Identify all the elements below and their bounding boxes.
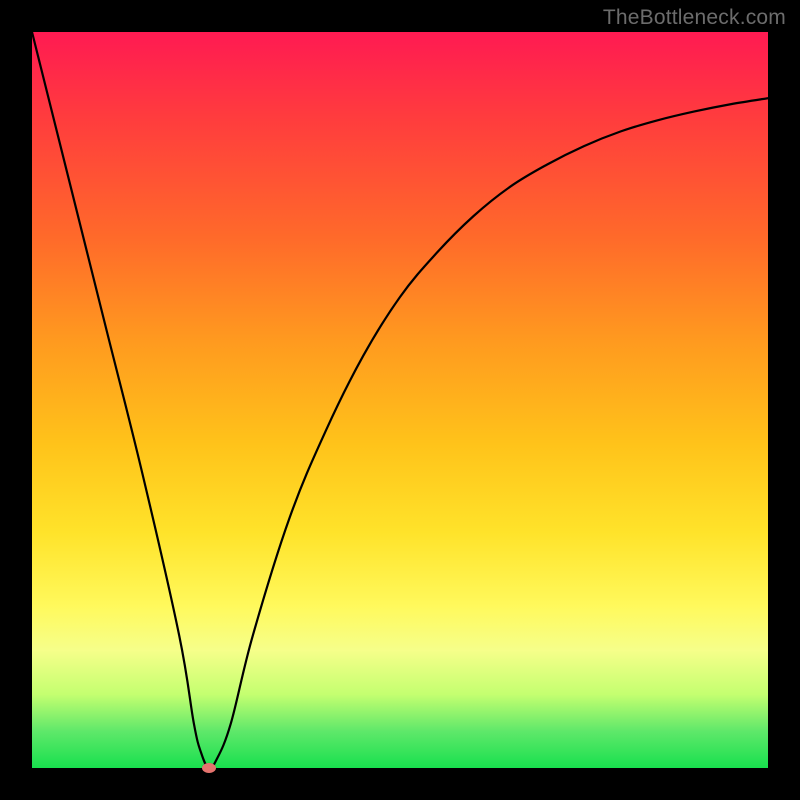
minimum-marker <box>202 763 216 773</box>
chart-frame: TheBottleneck.com <box>0 0 800 800</box>
plot-area <box>32 32 768 768</box>
watermark-text: TheBottleneck.com <box>603 6 786 30</box>
bottleneck-curve <box>32 32 768 768</box>
